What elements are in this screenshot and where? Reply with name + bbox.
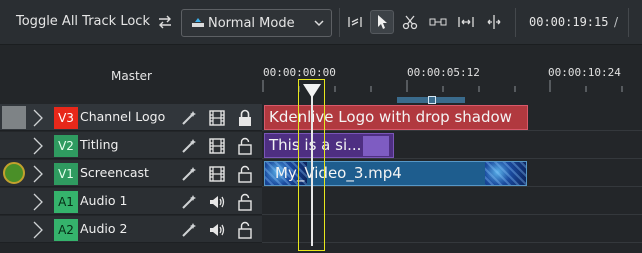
- effects-wand-icon[interactable]: [180, 137, 198, 155]
- track-tag[interactable]: A2: [54, 219, 78, 241]
- film-strip-icon[interactable]: [208, 137, 226, 155]
- track-name[interactable]: Audio 1: [80, 193, 127, 208]
- ruler-timecode: 00:00:10:24: [548, 66, 621, 79]
- track-header[interactable]: V2 Titling: [0, 132, 262, 159]
- select-tool-button[interactable]: [370, 10, 394, 34]
- unlock-icon[interactable]: [236, 137, 254, 155]
- ripple-tool-button[interactable]: [426, 10, 450, 34]
- chevron-right-icon[interactable]: [31, 108, 45, 128]
- track-selection-indicator: [2, 106, 26, 129]
- ruler-timecode: 00:00:05:12: [407, 66, 480, 79]
- title-thumbnail: [363, 136, 389, 156]
- edit-mode-select[interactable]: Normal Mode: [181, 9, 332, 37]
- chevron-right-icon[interactable]: [31, 192, 45, 212]
- clip-label: My_Video_3.mp4: [275, 164, 402, 182]
- track-tag[interactable]: V3: [54, 107, 78, 129]
- lock-icon[interactable]: [236, 109, 254, 127]
- mixer-icon[interactable]: [157, 14, 173, 30]
- speaker-icon[interactable]: [208, 193, 226, 211]
- spacer-tool-icon: [348, 17, 362, 27]
- slide-icon: [487, 15, 501, 29]
- effects-wand-icon[interactable]: [180, 193, 198, 211]
- track-tag[interactable]: A1: [54, 191, 78, 213]
- track-tag[interactable]: V2: [54, 135, 78, 157]
- zone-handle[interactable]: [428, 96, 436, 104]
- toggle-all-track-lock-button[interactable]: Toggle All Track Lock: [16, 14, 150, 29]
- ripple-icon: [429, 18, 447, 26]
- track-name[interactable]: Channel Logo: [80, 109, 165, 124]
- playhead-line[interactable]: [311, 92, 313, 246]
- track-tag[interactable]: V1: [54, 163, 78, 185]
- toolbar-separator: [628, 8, 642, 37]
- timeline-toolbar: Toggle All Track Lock Normal Mode 00:00:…: [0, 0, 642, 45]
- speaker-icon[interactable]: [208, 221, 226, 239]
- track-name[interactable]: Titling: [80, 137, 118, 152]
- ruler-timecode: 00:00:00:00: [263, 66, 336, 79]
- chevron-right-icon[interactable]: [31, 220, 45, 240]
- chevron-right-icon[interactable]: [31, 164, 45, 184]
- slip-icon: [458, 17, 474, 27]
- track-header[interactable]: A2 Audio 2: [0, 216, 262, 243]
- toolbar-separator: [515, 8, 516, 37]
- chevron-down-icon: [314, 20, 324, 27]
- timecode-display[interactable]: 00:00:19:15: [529, 15, 608, 29]
- edit-mode-label: Normal Mode: [208, 16, 295, 31]
- slide-tool-button[interactable]: [482, 10, 506, 34]
- timecode-separator: /: [614, 15, 619, 29]
- normal-mode-icon: [192, 18, 204, 27]
- effects-wand-icon[interactable]: [180, 165, 198, 183]
- scissors-icon: [402, 15, 418, 30]
- track-header[interactable]: V3 Channel Logo: [0, 104, 262, 131]
- effects-wand-icon[interactable]: [180, 221, 198, 239]
- playhead-handle[interactable]: [303, 84, 321, 98]
- track-header[interactable]: V1 Screencast: [0, 160, 262, 187]
- clip-thumbnail-end: [485, 162, 526, 185]
- spacer-tool-button[interactable]: [343, 10, 367, 34]
- track-name[interactable]: Screencast: [80, 165, 149, 180]
- track-header[interactable]: A1 Audio 1: [0, 188, 262, 215]
- effects-wand-icon[interactable]: [180, 109, 198, 127]
- unlock-icon[interactable]: [236, 193, 254, 211]
- toolbar-separator: [339, 8, 340, 37]
- cursor-arrow-icon: [378, 15, 387, 29]
- chevron-right-icon[interactable]: [31, 136, 45, 156]
- razor-tool-button[interactable]: [398, 10, 422, 34]
- master-label[interactable]: Master: [111, 69, 152, 83]
- film-strip-icon[interactable]: [208, 109, 226, 127]
- slip-tool-button[interactable]: [454, 10, 478, 34]
- track-name[interactable]: Audio 2: [80, 221, 127, 236]
- track-target-badge[interactable]: [3, 162, 25, 184]
- film-strip-icon[interactable]: [208, 165, 226, 183]
- clip-title[interactable]: This is a si...: [264, 133, 394, 158]
- unlock-icon[interactable]: [236, 165, 254, 183]
- unlock-icon[interactable]: [236, 221, 254, 239]
